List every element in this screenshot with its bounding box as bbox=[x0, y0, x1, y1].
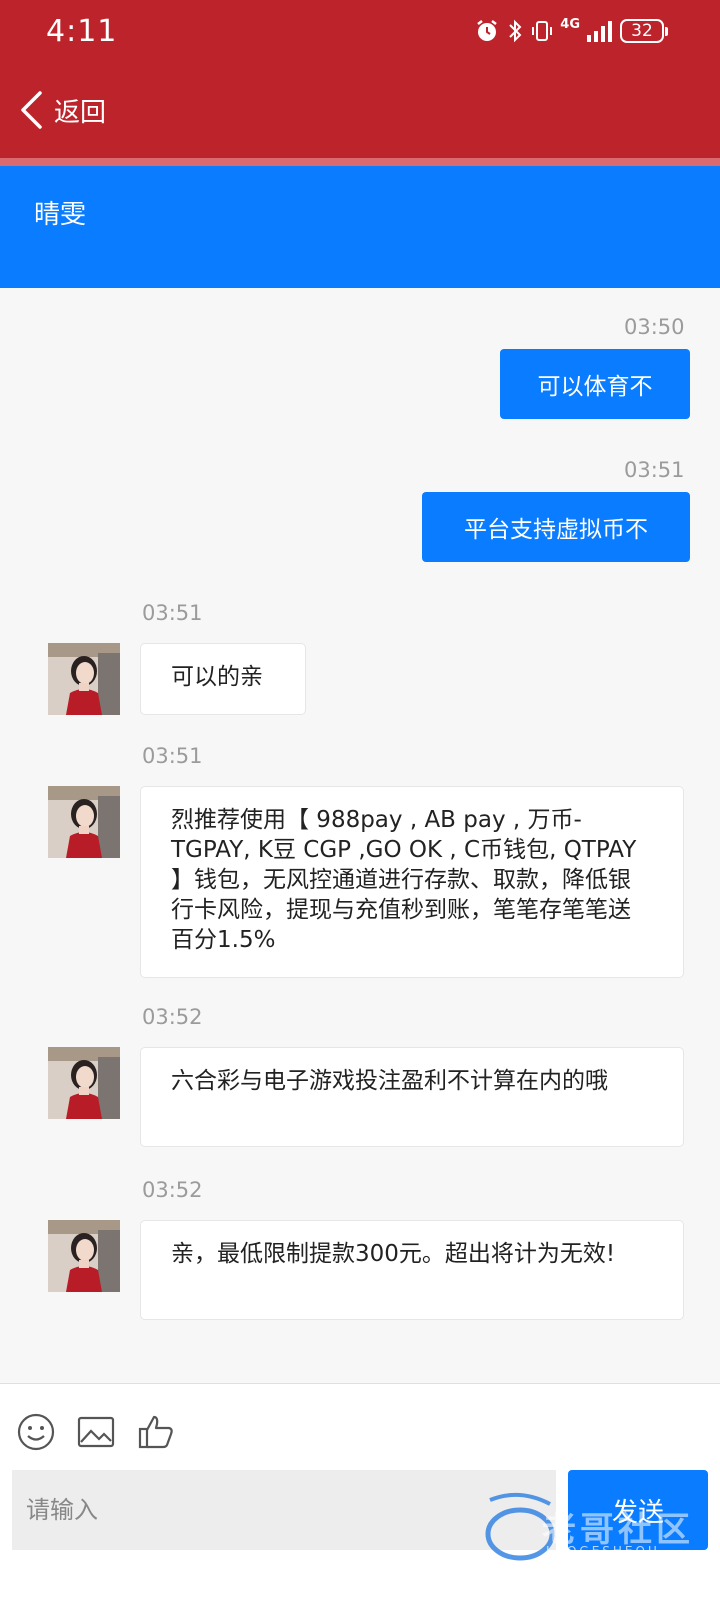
avatar[interactable] bbox=[48, 1220, 120, 1292]
message-timestamp: 03:52 bbox=[142, 1005, 203, 1029]
battery-indicator: 32 bbox=[620, 19, 668, 43]
send-button[interactable]: 发送 bbox=[568, 1470, 708, 1550]
alarm-icon bbox=[477, 20, 498, 41]
incoming-message-bubble[interactable]: 可以的亲 bbox=[140, 643, 306, 715]
image-icon[interactable] bbox=[76, 1412, 116, 1452]
message-text: 六合彩与电子游戏投注盈利不计算在内的哦 bbox=[171, 1068, 608, 1094]
status-icons: 4G 32 bbox=[474, 18, 668, 44]
message-input[interactable] bbox=[12, 1470, 556, 1550]
contact-header: 晴雯 bbox=[0, 166, 720, 288]
nav-divider bbox=[0, 158, 720, 166]
battery-level: 32 bbox=[620, 19, 664, 43]
avatar[interactable] bbox=[48, 786, 120, 858]
message-text: 可以的亲 bbox=[171, 664, 263, 690]
incoming-message-bubble[interactable]: 亲，最低限制提款300元。超出将计为无效! bbox=[140, 1220, 684, 1320]
outgoing-message-bubble[interactable]: 平台支持虚拟币不 bbox=[422, 492, 690, 562]
avatar-image bbox=[48, 786, 120, 858]
message-text: 亲，最低限制提款300元。超出将计为无效! bbox=[171, 1241, 616, 1267]
message-timestamp: 03:50 bbox=[624, 315, 685, 339]
message-timestamp: 03:51 bbox=[624, 458, 685, 482]
thumbs-up-icon[interactable] bbox=[136, 1412, 176, 1452]
incoming-message-bubble[interactable]: 烈推荐使用【 988pay , AB pay , 万币-TGPAY, K豆 CG… bbox=[140, 786, 684, 978]
avatar-image bbox=[48, 1047, 120, 1119]
battery-nub bbox=[665, 26, 668, 36]
message-text: 平台支持虚拟币不 bbox=[464, 517, 648, 543]
composer-bar: 发送 bbox=[0, 1383, 720, 1600]
nav-bar: 返回 bbox=[0, 66, 720, 158]
message-text: 烈推荐使用【 988pay , AB pay , 万币-TGPAY, K豆 CG… bbox=[171, 807, 637, 953]
chat-thread[interactable]: 03:50 可以体育不 03:51 平台支持虚拟币不 03:51 可以的亲 03… bbox=[0, 288, 720, 1383]
vibrate-icon bbox=[532, 21, 553, 41]
message-text: 可以体育不 bbox=[537, 374, 653, 400]
emoji-icon[interactable] bbox=[16, 1412, 56, 1452]
signal-icon bbox=[587, 21, 612, 42]
outgoing-message-bubble[interactable]: 可以体育不 bbox=[500, 349, 690, 419]
status-time: 4:11 bbox=[46, 14, 118, 49]
avatar-image bbox=[48, 1220, 120, 1292]
back-button[interactable]: 返回 bbox=[18, 90, 106, 130]
network-type: 4G bbox=[560, 17, 580, 32]
avatar-image bbox=[48, 643, 120, 715]
back-label: 返回 bbox=[54, 97, 107, 128]
message-timestamp: 03:51 bbox=[142, 744, 203, 768]
avatar[interactable] bbox=[48, 643, 120, 715]
message-timestamp: 03:51 bbox=[142, 601, 203, 625]
contact-name: 晴雯 bbox=[34, 200, 87, 230]
status-bar: 4:11 4G 32 bbox=[0, 0, 720, 66]
chevron-left-icon bbox=[21, 91, 42, 129]
bluetooth-icon bbox=[509, 19, 522, 43]
avatar[interactable] bbox=[48, 1047, 120, 1119]
incoming-message-bubble[interactable]: 六合彩与电子游戏投注盈利不计算在内的哦 bbox=[140, 1047, 684, 1147]
message-timestamp: 03:52 bbox=[142, 1178, 203, 1202]
